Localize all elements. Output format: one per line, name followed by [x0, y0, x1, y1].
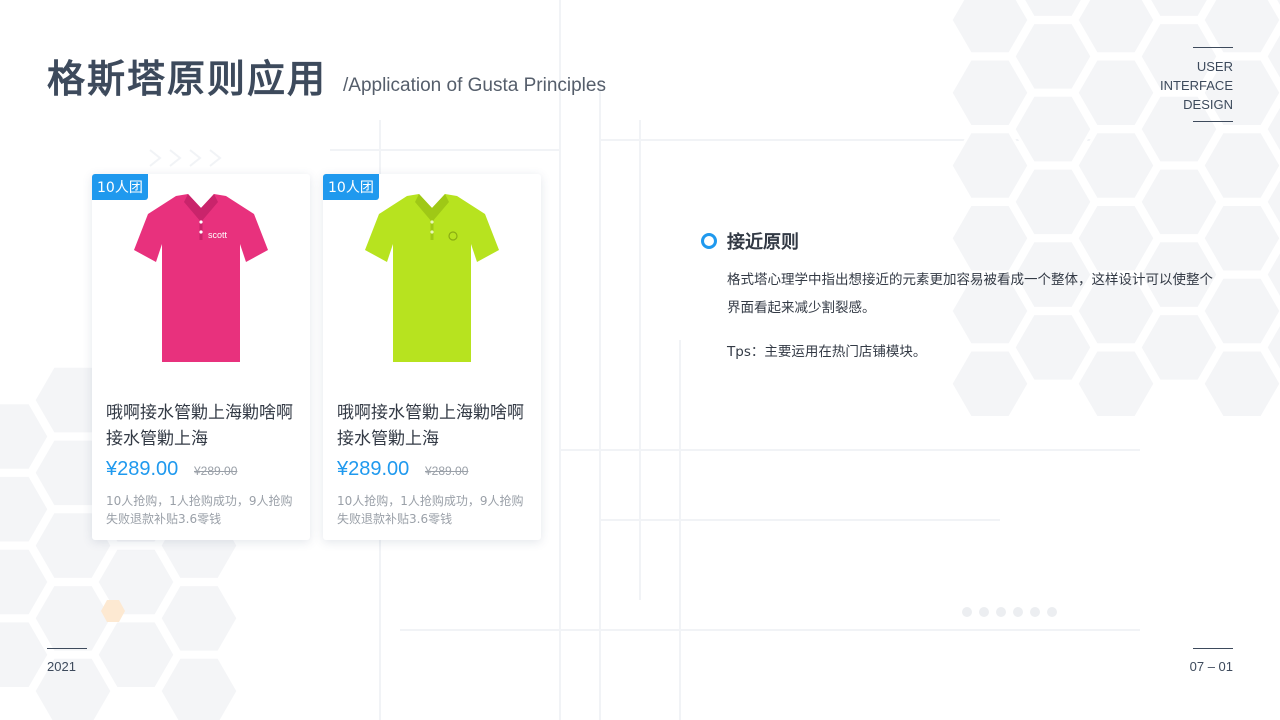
pink-polo-shirt-image: scott — [134, 194, 268, 362]
background-hexagon — [949, 57, 1031, 128]
background-hexagon — [1075, 130, 1157, 201]
product-price: ¥289.00 — [106, 458, 179, 480]
brand-mark: USER INTERFACE DESIGN — [1113, 47, 1233, 122]
footer-year: 2021 — [47, 648, 87, 674]
product-card[interactable]: 10人团 scott 哦啊接水管勦上海勦啥啊接水管勦上海 ¥289.00 ¥28… — [92, 174, 310, 540]
background-hexagon — [1201, 203, 1280, 274]
background-hexagon — [1075, 348, 1157, 419]
background-hexagon — [158, 583, 240, 654]
product-original-price: ¥289.00 — [194, 464, 238, 478]
background-hexagon — [1201, 348, 1280, 419]
brand-line-interface: INTERFACE — [1160, 78, 1233, 93]
product-description: 10人抢购，1人抢购成功，9人抢购失败退款补贴3.6零钱 — [337, 494, 524, 526]
page-title: 格斯塔原则应用 — [47, 57, 328, 101]
background-hexagon — [1012, 93, 1094, 165]
background-hexagon — [32, 583, 114, 654]
background-hexagon — [158, 655, 240, 720]
decorative-dots — [962, 602, 1064, 621]
shirt-logo-text: scott — [208, 230, 228, 240]
background-hexagon — [949, 130, 1031, 201]
year-text: 2021 — [47, 659, 76, 674]
background-hexagon — [1138, 166, 1220, 238]
section-tips: Tps：主要运用在热门店铺模块。 — [727, 344, 927, 360]
product-price: ¥289.00 — [337, 458, 410, 480]
footer-page: 07 – 01 — [1153, 648, 1233, 674]
background-hexagon — [949, 348, 1031, 419]
section-heading: 接近原则 — [727, 232, 799, 253]
brand-bottom-rule — [1193, 121, 1233, 122]
background-hexagon — [1201, 130, 1280, 201]
background-hexagon — [1201, 0, 1280, 56]
background-hexagon — [1075, 0, 1157, 56]
green-polo-shirt-image — [365, 194, 499, 362]
brand-line-user: USER — [1196, 59, 1233, 74]
page-number: 07 – 01 — [1189, 659, 1233, 674]
footer-left-rule — [47, 648, 87, 649]
brand-line-design: DESIGN — [1183, 97, 1233, 112]
background-hexagon — [949, 0, 1031, 56]
product-card[interactable]: 10人团 哦啊接水管勦上海勦啥啊接水管勦上海 ¥289.00 ¥289.00 1… — [323, 174, 541, 540]
background-hexagon — [1138, 312, 1220, 383]
background-hexagon — [1012, 166, 1094, 238]
product-name: 哦啊接水管勦上海勦啥啊接水管勦上海 — [337, 403, 524, 449]
footer-right-rule — [1193, 648, 1233, 649]
bullet-ring-icon — [701, 233, 717, 249]
page-subtitle: /Application of Gusta Principles — [343, 75, 606, 96]
background-hexagon — [95, 619, 177, 690]
section-body: 格式塔心理学中指出想接近的元素更加容易被看成一个整体，这样设计可以使整个界面看起… — [727, 272, 1213, 316]
product-name: 哦啊接水管勦上海勦啥啊接水管勦上海 — [106, 403, 293, 449]
background-hexagon — [1075, 203, 1157, 274]
background-hexagon — [949, 203, 1031, 274]
background-hexagon — [1012, 312, 1094, 383]
product-original-price: ¥289.00 — [425, 464, 469, 478]
product-description: 10人抢购，1人抢购成功，9人抢购失败退款补贴3.6零钱 — [106, 494, 293, 526]
background-hexagon — [1012, 21, 1094, 92]
